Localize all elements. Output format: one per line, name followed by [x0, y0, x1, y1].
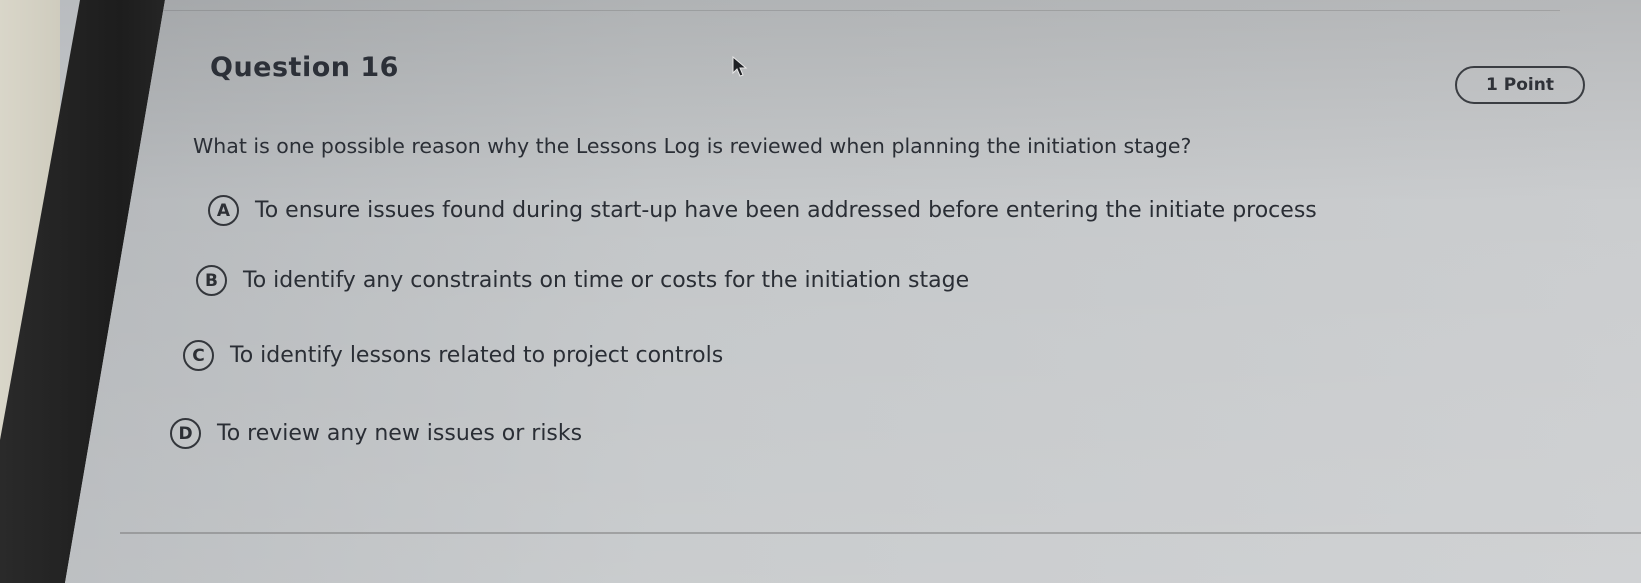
top-divider: [160, 10, 1560, 11]
photo-scene: Question 16 1 Point What is one possible…: [0, 0, 1641, 583]
option-letter-c: C: [183, 340, 214, 371]
option-letter-a: A: [208, 195, 239, 226]
option-text-a: To ensure issues found during start-up h…: [255, 198, 1317, 223]
option-text-d: To review any new issues or risks: [217, 421, 583, 446]
option-text-b: To identify any constraints on time or c…: [243, 268, 970, 293]
screen-area: Question 16 1 Point What is one possible…: [65, 0, 1641, 583]
points-badge: 1 Point: [1455, 66, 1585, 104]
answer-option-d[interactable]: D To review any new issues or risks: [170, 418, 582, 449]
question-title: Question 16: [210, 52, 399, 83]
answer-option-c[interactable]: C To identify lessons related to project…: [183, 340, 723, 371]
bottom-divider: [120, 532, 1641, 534]
option-letter-b: B: [196, 265, 227, 296]
option-text-c: To identify lessons related to project c…: [230, 343, 724, 368]
option-letter-d: D: [170, 418, 201, 449]
question-prompt: What is one possible reason why the Less…: [193, 134, 1192, 158]
answer-option-b[interactable]: B To identify any constraints on time or…: [196, 265, 969, 296]
answer-option-a[interactable]: A To ensure issues found during start-up…: [208, 195, 1317, 226]
